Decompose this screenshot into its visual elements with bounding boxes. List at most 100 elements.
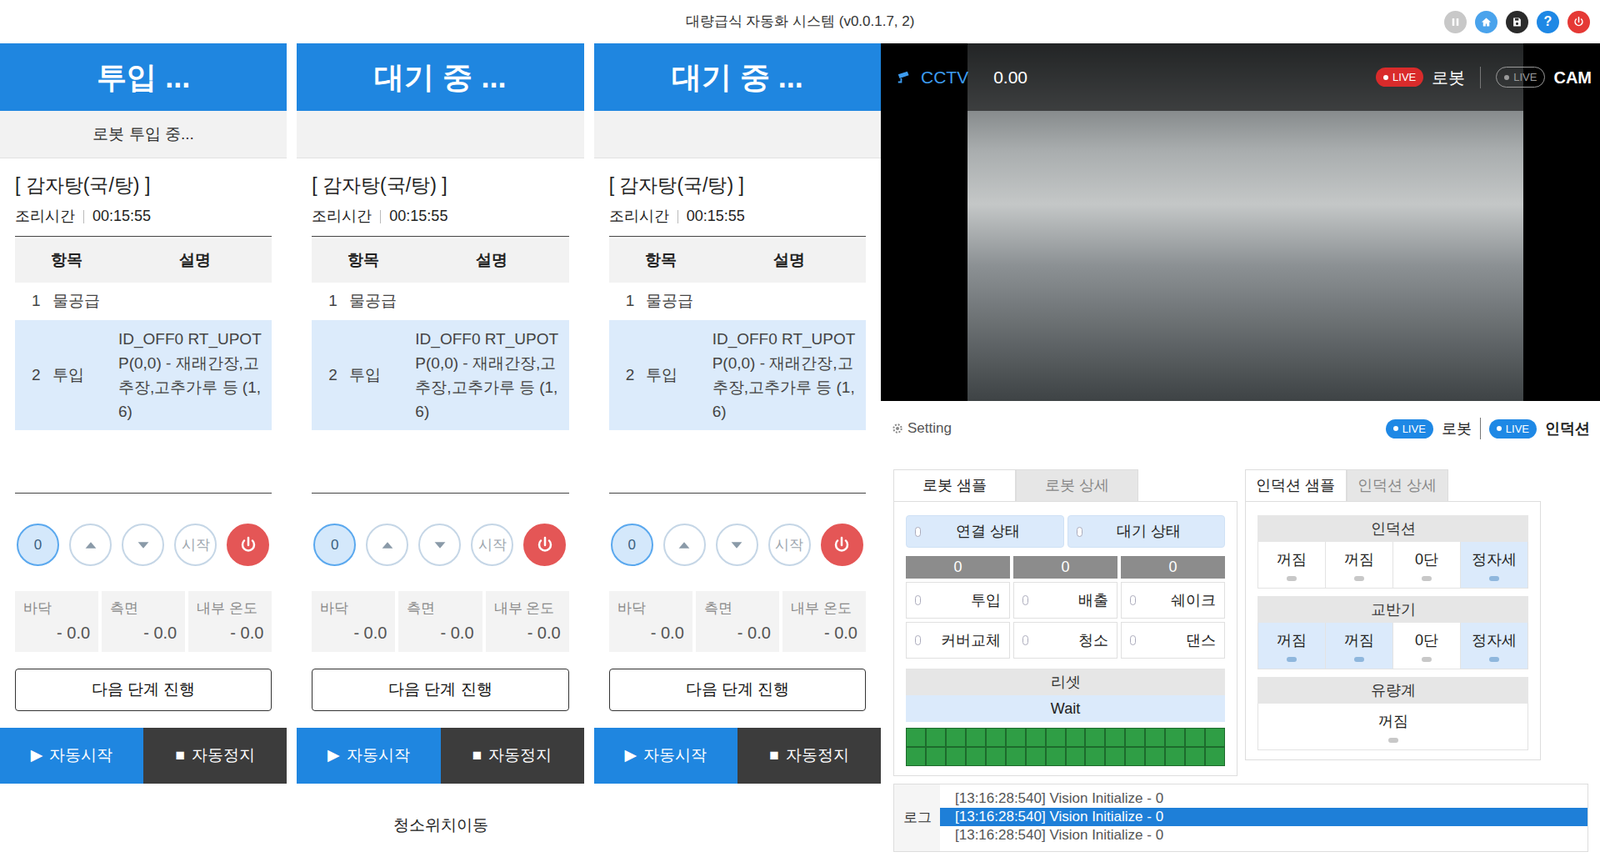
step-number: 2: [625, 363, 635, 388]
source-name[interactable]: 인덕션: [1545, 417, 1590, 440]
tab-bar: 로봇 샘플 로봇 상세: [893, 469, 1238, 501]
table-row[interactable]: 1물공급: [15, 282, 272, 320]
counter-button[interactable]: 0: [16, 523, 60, 566]
status-label: 연결 상태: [920, 520, 1055, 543]
status-box: 연결 상태: [905, 515, 1065, 548]
next-step-button[interactable]: 다음 단계 진행: [609, 668, 866, 711]
pause-button[interactable]: [1444, 10, 1467, 34]
device-state[interactable]: 0단: [1392, 622, 1460, 669]
cook-time-label: 조리시간: [15, 205, 75, 228]
down-button[interactable]: [418, 523, 461, 566]
action-button[interactable]: 댄스: [1120, 621, 1225, 659]
sensor-label: 내부 온도: [494, 597, 561, 620]
source-name[interactable]: 로봇: [1441, 417, 1472, 440]
action-button[interactable]: 쉐이크: [1120, 581, 1225, 619]
tab-label: 로봇 상세: [1045, 474, 1110, 497]
table-row[interactable]: 2투입ID_OFF0 RT_UPOTP(0,0) - 재래간장,고추장,고추가루…: [15, 320, 272, 430]
step-number: 1: [625, 289, 635, 314]
state-label: 꺼짐: [1276, 548, 1307, 571]
log-line[interactable]: [13:16:28:540] Vision Initialize - 0: [940, 807, 1588, 826]
right-area: CCTV0.00LIVE로봇LIVECAMSettingLIVE로봇LIVE인덕…: [880, 43, 1600, 867]
log-line[interactable]: [13:16:28:540] Vision Initialize - 0: [940, 825, 1588, 845]
led-cell: [925, 746, 946, 766]
tab[interactable]: 인덕션 상세: [1346, 469, 1449, 501]
device-state[interactable]: 정자세: [1460, 622, 1528, 669]
device-state[interactable]: 꺼짐: [1258, 703, 1528, 750]
device-state[interactable]: 꺼짐: [1258, 541, 1325, 588]
tab-label: 인덕션 상세: [1357, 474, 1437, 497]
led-cell: [1025, 727, 1046, 747]
sensor-box: 바닥- 0.0: [15, 590, 99, 652]
source-name[interactable]: CAM: [1553, 65, 1592, 90]
table-row[interactable]: 2투입ID_OFF0 RT_UPOTP(0,0) - 재래간장,고추장,고추가루…: [609, 320, 866, 430]
state-dot-icon: [1489, 575, 1500, 581]
action-label: 쉐이크: [1135, 589, 1216, 612]
device-state[interactable]: 꺼짐: [1258, 622, 1325, 669]
table-row[interactable]: 1물공급: [609, 282, 866, 320]
save-button[interactable]: [1505, 10, 1529, 34]
auto-stop-button[interactable]: ■자동정지: [737, 727, 881, 784]
start-button[interactable]: 시작: [470, 523, 514, 566]
led-cell: [1045, 727, 1066, 747]
device-state[interactable]: 정자세: [1460, 541, 1528, 588]
up-button[interactable]: [365, 523, 409, 566]
device-state[interactable]: 꺼짐: [1325, 541, 1393, 588]
status-label: 대기 상태: [1082, 520, 1217, 543]
action-button[interactable]: 청소: [1013, 621, 1118, 659]
down-button[interactable]: [715, 523, 759, 566]
group-title: 교반기: [1257, 595, 1529, 623]
led-cell: [1145, 727, 1165, 747]
cctv-label: CCTV: [920, 64, 969, 91]
next-step-button[interactable]: 다음 단계 진행: [311, 668, 569, 711]
down-arrow-icon: [134, 535, 153, 555]
action-button[interactable]: 커버교체: [905, 621, 1010, 659]
source-name[interactable]: 로봇: [1431, 65, 1465, 90]
live-label: LIVE: [1505, 423, 1530, 435]
power-button[interactable]: [820, 523, 864, 566]
main-area: 투입 ...로봇 투입 중...[ 감자탕(국/탕) ]조리시간00:15:55…: [0, 43, 1600, 867]
station-column: 대기 중 ...[ 감자탕(국/탕) ]조리시간00:15:55항목설명1물공급…: [594, 43, 881, 784]
action-button[interactable]: 배출: [1013, 581, 1118, 619]
indicator-icon: [1022, 635, 1029, 645]
auto-stop-button[interactable]: ■자동정지: [440, 727, 585, 784]
up-button[interactable]: [69, 523, 112, 566]
auto-start-button[interactable]: ▶자동시작: [594, 727, 738, 784]
tab[interactable]: 로봇 샘플: [893, 469, 1016, 501]
start-button[interactable]: 시작: [174, 523, 217, 566]
live-dot-icon: [1383, 75, 1389, 80]
next-step-button[interactable]: 다음 단계 진행: [15, 668, 272, 711]
counter-button[interactable]: 0: [610, 523, 654, 566]
led-cell: [1125, 727, 1145, 747]
power-button[interactable]: [226, 523, 270, 566]
power-button[interactable]: [1567, 10, 1590, 34]
led-cell: [1085, 727, 1105, 747]
table-row[interactable]: 2투입ID_OFF0 RT_UPOTP(0,0) - 재래간장,고추장,고추가루…: [311, 320, 569, 430]
sensor-value: - 0.0: [790, 620, 858, 645]
up-button[interactable]: [663, 523, 706, 566]
log-line[interactable]: [13:16:28:540] Vision Initialize - 0: [940, 789, 1588, 808]
device-state[interactable]: 0단: [1392, 541, 1460, 588]
down-button[interactable]: [121, 523, 165, 566]
counter-button[interactable]: 0: [313, 523, 356, 566]
state-label: 꺼짐: [1276, 629, 1307, 652]
help-button[interactable]: ?: [1536, 10, 1560, 34]
table-row[interactable]: 1물공급: [311, 282, 569, 320]
reset-button[interactable]: 리셋: [905, 668, 1225, 695]
start-button[interactable]: 시작: [768, 523, 811, 566]
auto-start-button[interactable]: ▶자동시작: [296, 727, 440, 784]
cook-time-row: 조리시간00:15:55: [311, 198, 569, 237]
home-button[interactable]: [1475, 10, 1498, 34]
step-cell: 2투입: [15, 363, 119, 388]
tab[interactable]: 인덕션 샘플: [1245, 469, 1347, 501]
led-cell: [945, 727, 966, 747]
column-header: 설명: [118, 248, 272, 273]
auto-start-button[interactable]: ▶자동시작: [0, 727, 144, 784]
tab[interactable]: 로봇 상세: [1015, 469, 1139, 501]
led-cell: [1165, 746, 1185, 766]
power-button[interactable]: [523, 523, 566, 566]
auto-stop-button[interactable]: ■자동정지: [143, 727, 287, 784]
device-state[interactable]: 꺼짐: [1325, 622, 1393, 669]
setting-button[interactable]: Setting: [890, 417, 952, 440]
sensor-row: 바닥- 0.0측면- 0.0내부 온도- 0.0: [15, 590, 272, 652]
action-button[interactable]: 투입: [905, 581, 1010, 619]
